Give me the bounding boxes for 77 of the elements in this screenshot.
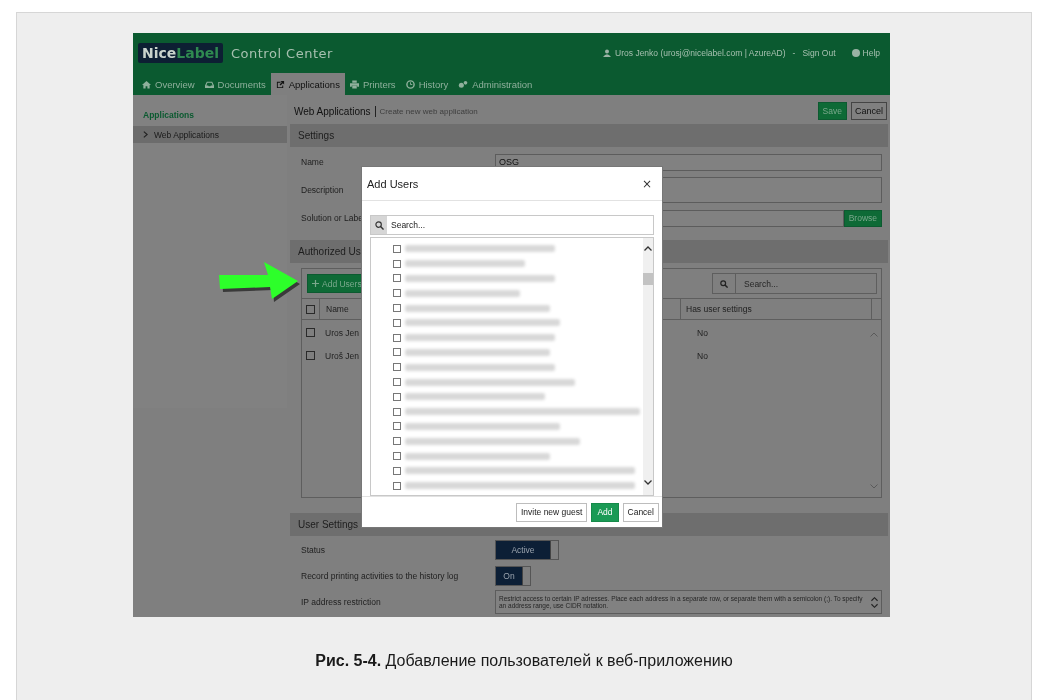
- dialog-title: Add Users: [367, 177, 419, 190]
- table-cell-text: No: [696, 327, 709, 338]
- figure-caption: Рис. 5-4. Добавление пользователей к веб-приложению: [314, 652, 734, 670]
- dialog-button[interactable]: Add: [591, 502, 619, 522]
- search-icon: [374, 220, 384, 230]
- user-checkbox[interactable]: [393, 259, 401, 268]
- field-label: Description: [300, 185, 345, 195]
- user-checkbox[interactable]: [393, 392, 401, 401]
- clock-icon: [405, 79, 415, 89]
- printer-icon: [349, 79, 359, 89]
- browse-button[interactable]: Browse: [843, 209, 882, 227]
- table-cell-text: No: [696, 350, 709, 361]
- logo: NiceLabel: [138, 43, 223, 63]
- scrollbar-thumb[interactable]: [643, 273, 653, 286]
- plus-icon: [312, 280, 319, 287]
- chevron-up-icon: [644, 246, 652, 252]
- user-checkbox[interactable]: [393, 333, 401, 342]
- close-button[interactable]: ×: [637, 176, 656, 191]
- dialog-button[interactable]: Cancel: [622, 502, 659, 522]
- user-name: Uros Jenko (urosj@nicelabel.com | AzureAD): [615, 48, 786, 58]
- product-title: Control Center: [231, 45, 333, 61]
- user-checkbox[interactable]: [393, 466, 401, 475]
- select-all-checkbox[interactable]: [306, 304, 315, 314]
- cancel-button[interactable]: Cancel: [851, 102, 887, 120]
- user-checkbox[interactable]: [393, 452, 401, 460]
- chevron-down-icon: [870, 484, 878, 489]
- separator-text: -: [792, 48, 796, 58]
- sidebar-item[interactable]: Web Applications: [133, 126, 287, 143]
- user-checkbox[interactable]: [393, 378, 401, 387]
- table-cell-text: Uroš Jen: [324, 350, 359, 361]
- nav-tab[interactable]: Administration: [453, 73, 538, 95]
- sign-out-link[interactable]: Sign Out: [802, 48, 836, 58]
- user-checkbox[interactable]: [393, 407, 401, 416]
- dialog-button[interactable]: Invite new guest: [515, 502, 588, 522]
- name-field[interactable]: OSG: [495, 153, 882, 171]
- user-checkbox[interactable]: [393, 289, 401, 298]
- save-button[interactable]: Save: [817, 102, 847, 120]
- nav-tab[interactable]: Applications: [270, 73, 345, 95]
- question-circle-icon: [851, 49, 860, 57]
- user-checkbox[interactable]: [393, 363, 401, 372]
- nav-tab[interactable]: History: [400, 73, 454, 95]
- field-label: Name: [300, 157, 325, 167]
- column-header: Has user settings: [681, 299, 872, 319]
- user-checkbox[interactable]: [393, 348, 401, 357]
- nav-tab[interactable]: Documents: [199, 73, 271, 95]
- chevron-right-icon: [143, 131, 148, 138]
- nav-tab[interactable]: Printers: [344, 73, 401, 95]
- help-link[interactable]: Help: [851, 48, 880, 58]
- nav-tab[interactable]: Overview: [137, 73, 200, 95]
- chevron-down-icon: [644, 480, 652, 486]
- tray-icon: [204, 79, 214, 89]
- spinner-arrows-icon: [871, 595, 878, 609]
- field-label: Record printing activities to the history log: [300, 571, 460, 581]
- user-checkbox[interactable]: [393, 481, 401, 490]
- user-checkbox[interactable]: [393, 422, 401, 431]
- search-field[interactable]: Search...: [370, 215, 654, 236]
- row-checkbox[interactable]: [306, 351, 315, 360]
- user-checkbox[interactable]: [393, 304, 401, 313]
- field-label: IP address restriction: [300, 597, 382, 607]
- toggle-switch[interactable]: Active: [495, 540, 559, 560]
- page-title: Web Applications: [290, 105, 376, 117]
- home-icon: [142, 79, 151, 89]
- search-icon: [720, 279, 728, 288]
- table-cell-text: Uros Jen: [324, 327, 359, 338]
- toggle-switch[interactable]: On: [495, 566, 531, 586]
- row-checkbox[interactable]: [306, 328, 315, 337]
- sidebar-heading: Applications: [142, 109, 195, 122]
- chevron-up-icon: [870, 332, 878, 337]
- user-checkbox[interactable]: [393, 244, 401, 253]
- user-checkbox[interactable]: [393, 318, 401, 327]
- user-checkbox[interactable]: [393, 437, 401, 446]
- gears-icon: [458, 79, 469, 89]
- field-label: Status: [300, 545, 327, 555]
- section-header: Settings: [290, 124, 888, 147]
- search-field[interactable]: Search...: [712, 273, 877, 294]
- user-icon: [603, 49, 612, 57]
- user-checkbox[interactable]: [393, 274, 401, 283]
